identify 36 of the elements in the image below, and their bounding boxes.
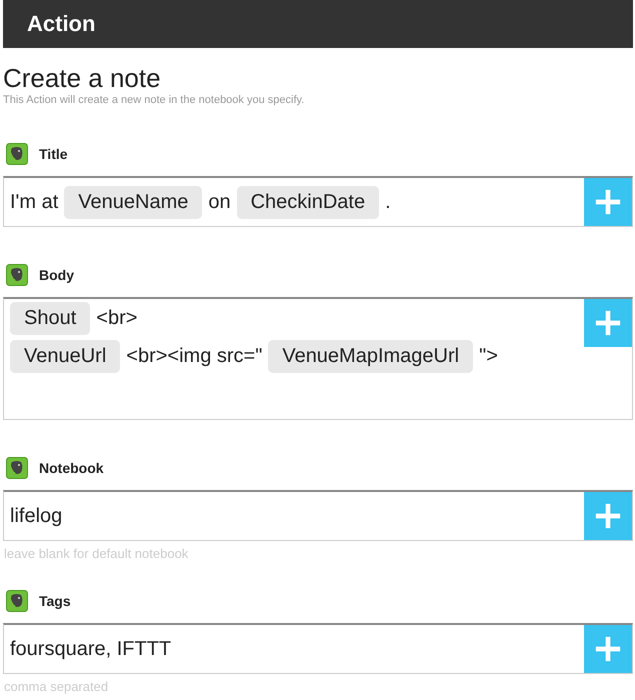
field-label: Body [39, 267, 74, 283]
ingredient-tag[interactable]: VenueMapImageUrl [268, 340, 474, 372]
input-field[interactable]: lifelog [3, 490, 633, 541]
ingredient-tag[interactable]: Shout [10, 302, 90, 334]
field-text: I'm at [10, 190, 58, 214]
input-field[interactable]: foursquare, IFTTT [3, 623, 633, 674]
elephant-icon [6, 264, 28, 286]
add-ingredient-button[interactable] [584, 178, 632, 226]
ingredient-tag[interactable]: VenueName [64, 186, 202, 218]
plus-icon [594, 309, 622, 337]
field-text: . [385, 190, 391, 214]
add-ingredient-button[interactable] [584, 625, 632, 673]
ingredient-tag[interactable]: CheckinDate [236, 186, 380, 218]
field-label: Title [39, 146, 68, 162]
add-ingredient-button[interactable] [584, 492, 632, 540]
field-label: Notebook [39, 460, 104, 476]
plus-icon [594, 635, 622, 663]
field-text: lifelog [10, 504, 62, 528]
field-text: "> [479, 344, 498, 368]
field-text: foursquare, IFTTT [10, 638, 172, 660]
header-title: Action [27, 11, 96, 37]
field-text: <br><img src=" [126, 344, 262, 368]
description: This Action will create a new note in the notebook you specify. [3, 94, 306, 106]
elephant-icon [6, 590, 28, 612]
input-field[interactable]: I'm at VenueName on CheckinDate . [3, 176, 633, 227]
field-label: Tags [39, 593, 71, 609]
ingredient-tag[interactable]: VenueUrl [10, 340, 120, 372]
add-ingredient-button[interactable] [584, 299, 632, 347]
field-text: on [208, 190, 231, 214]
elephant-icon [6, 143, 28, 165]
plus-icon [594, 188, 622, 216]
elephant-icon [6, 457, 28, 479]
input-field[interactable]: Shout <br> VenueUrl <br><img src=" VenueMapImageUrl "> [3, 297, 633, 420]
plus-icon [594, 502, 622, 530]
page-heading: Create a note [3, 63, 162, 93]
field-text: <br> [96, 306, 138, 330]
